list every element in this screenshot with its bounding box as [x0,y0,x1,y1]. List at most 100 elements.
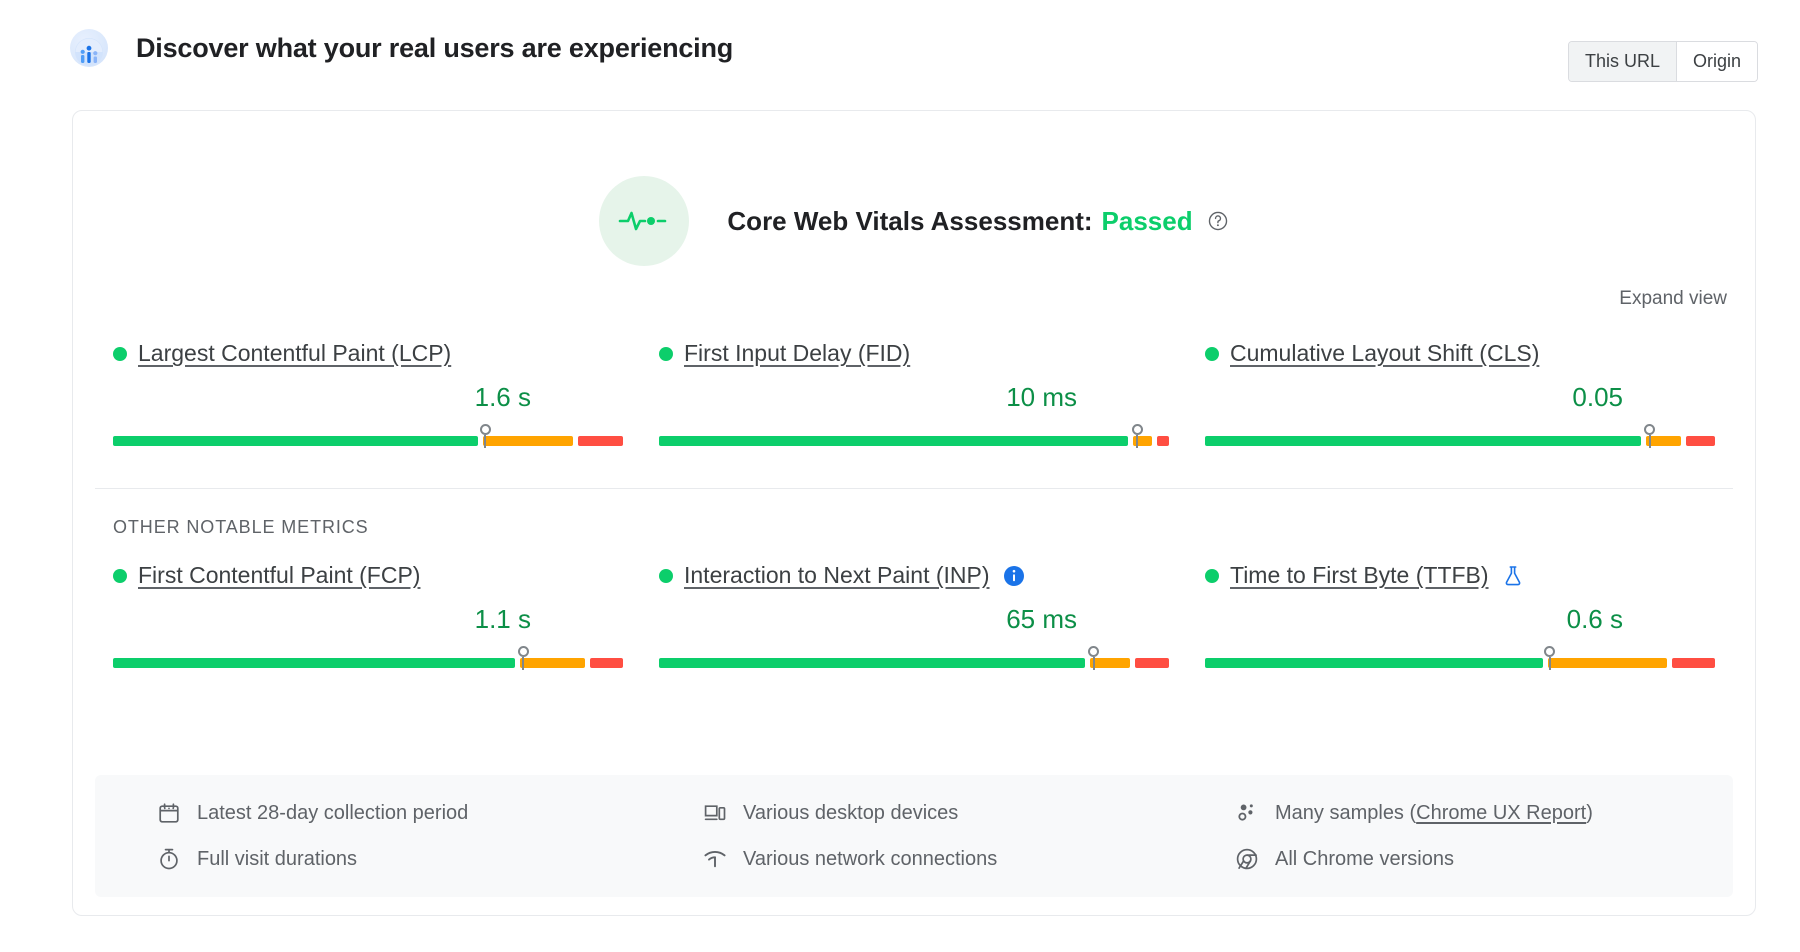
footer-item: Various desktop devices [703,801,1187,825]
gauge-segment-poor [1686,436,1715,446]
stopwatch-icon [157,847,183,871]
toggle-origin[interactable]: Origin [1677,42,1757,81]
footer-item-text: Latest 28-day collection period [197,802,468,825]
info-circle-icon[interactable] [1002,564,1026,588]
field-data-card: Core Web Vitals Assessment: Passed Expan… [72,110,1756,916]
gauge-segment-good [659,436,1128,446]
metric-header: First Contentful Paint (FCP) [113,562,623,589]
gauge-track [659,436,1169,446]
samples-dots-icon [1235,801,1261,825]
assessment-status-value: Passed [1102,206,1193,237]
metric-value-row: 1.1 s [113,604,623,635]
users-insights-icon [70,29,108,67]
metric-value: 0.6 s [1567,604,1623,635]
metric-core-2: Cumulative Layout Shift (CLS) 0.05 [1187,340,1733,448]
marker-head-icon [518,646,529,657]
gauge-segment-poor [578,436,623,446]
metric-value-row: 0.6 s [1205,604,1715,635]
footer-column-0: Latest 28-day collection period Full visi… [95,801,641,871]
gauge-value-marker [1643,424,1657,448]
metric-header: Cumulative Layout Shift (CLS) [1205,340,1715,367]
gauge-value-marker [1130,424,1144,448]
gauge-track [1205,436,1715,446]
metric-distribution-gauge [1205,422,1715,448]
status-dot-icon [659,347,673,361]
metric-other-1: Interaction to Next Paint (INP) 65 ms [641,562,1187,670]
footer-item: Full visit durations [157,847,641,871]
footer-item-text: All Chrome versions [1275,848,1454,871]
metric-name-link[interactable]: Cumulative Layout Shift (CLS) [1230,340,1539,367]
panel-header: Discover what your real users are experi… [0,0,1800,96]
marker-head-icon [1088,646,1099,657]
gauge-segment-poor [590,658,623,668]
metric-value-row: 0.05 [1205,382,1715,413]
metric-name-link[interactable]: Largest Contentful Paint (LCP) [138,340,451,367]
metric-header: Time to First Byte (TTFB) [1205,562,1715,589]
footer-column-2: Many samples (Chrome UX Report) All Chrom… [1187,801,1733,871]
network-wifi-icon [703,847,729,871]
metric-distribution-gauge [113,422,623,448]
footer-column-1: Various desktop devices Various network c… [641,801,1187,871]
gauge-segment-good [659,658,1085,668]
status-dot-icon [113,569,127,583]
gauge-segment-good [113,436,478,446]
metric-name-link[interactable]: First Input Delay (FID) [684,340,910,367]
page-title: Discover what your real users are experi… [136,33,733,64]
toggle-this-url[interactable]: This URL [1569,42,1676,81]
footer-item-text: Many samples ( [1275,802,1416,825]
marker-head-icon [1132,424,1143,435]
footer-item: Many samples (Chrome UX Report) [1235,801,1733,825]
footer-item: Latest 28-day collection period [157,801,641,825]
metric-value: 1.6 s [475,382,531,413]
marker-stem [484,435,486,448]
metric-value-row: 1.6 s [113,382,623,413]
gauge-segment-good [113,658,515,668]
marker-stem [1549,657,1551,670]
metric-header: First Input Delay (FID) [659,340,1169,367]
gauge-track [1205,658,1715,668]
pulse-heartbeat-icon [599,176,689,266]
metric-header: Largest Contentful Paint (LCP) [113,340,623,367]
marker-stem [522,657,524,670]
other-notable-metrics-label: OTHER NOTABLE METRICS [73,517,1755,538]
metric-distribution-gauge [1205,644,1715,670]
metric-name-link[interactable]: Time to First Byte (TTFB) [1230,562,1489,589]
core-web-vitals-metrics-grid: Largest Contentful Paint (LCP) 1.6 s First… [73,340,1755,448]
gauge-track [113,436,623,446]
metric-value: 65 ms [1006,604,1077,635]
gauge-value-marker [516,646,530,670]
url-origin-toggle[interactable]: This URL Origin [1568,41,1758,82]
footer-item-text: Full visit durations [197,848,357,871]
gauge-segment-poor [1135,658,1169,668]
metric-core-0: Largest Contentful Paint (LCP) 1.6 s [95,340,641,448]
gauge-value-marker [1543,646,1557,670]
help-circle-icon[interactable] [1207,210,1229,232]
marker-stem [1136,435,1138,448]
metric-value: 10 ms [1006,382,1077,413]
footer-item-text: Various desktop devices [743,802,958,825]
gauge-segment-good [1205,436,1641,446]
gauge-segment-poor [1672,658,1715,668]
status-dot-icon [1205,569,1219,583]
metric-value-row: 10 ms [659,382,1169,413]
data-collection-footer: Latest 28-day collection period Full visi… [95,775,1733,897]
gauge-value-marker [1087,646,1101,670]
marker-stem [1649,435,1651,448]
marker-head-icon [480,424,491,435]
metric-name-link[interactable]: First Contentful Paint (FCP) [138,562,420,589]
metric-value: 0.05 [1572,382,1623,413]
expand-view-link[interactable]: Expand view [1619,288,1727,310]
metric-core-1: First Input Delay (FID) 10 ms [641,340,1187,448]
metric-name-link[interactable]: Interaction to Next Paint (INP) [684,562,990,589]
metric-value-row: 65 ms [659,604,1169,635]
gauge-segment-needs-improvement [483,436,573,446]
other-notable-metrics-grid: First Contentful Paint (FCP) 1.1 s Interac… [73,562,1755,670]
marker-stem [1093,657,1095,670]
footer-item-text: Various network connections [743,848,997,871]
metric-other-2: Time to First Byte (TTFB) 0.6 s [1187,562,1733,670]
marker-head-icon [1644,424,1655,435]
calendar-icon [157,801,183,825]
chrome-ux-report-link[interactable]: Chrome UX Report [1416,802,1586,825]
gauge-segment-poor [1157,436,1170,446]
flask-experimental-icon[interactable] [1501,564,1525,588]
